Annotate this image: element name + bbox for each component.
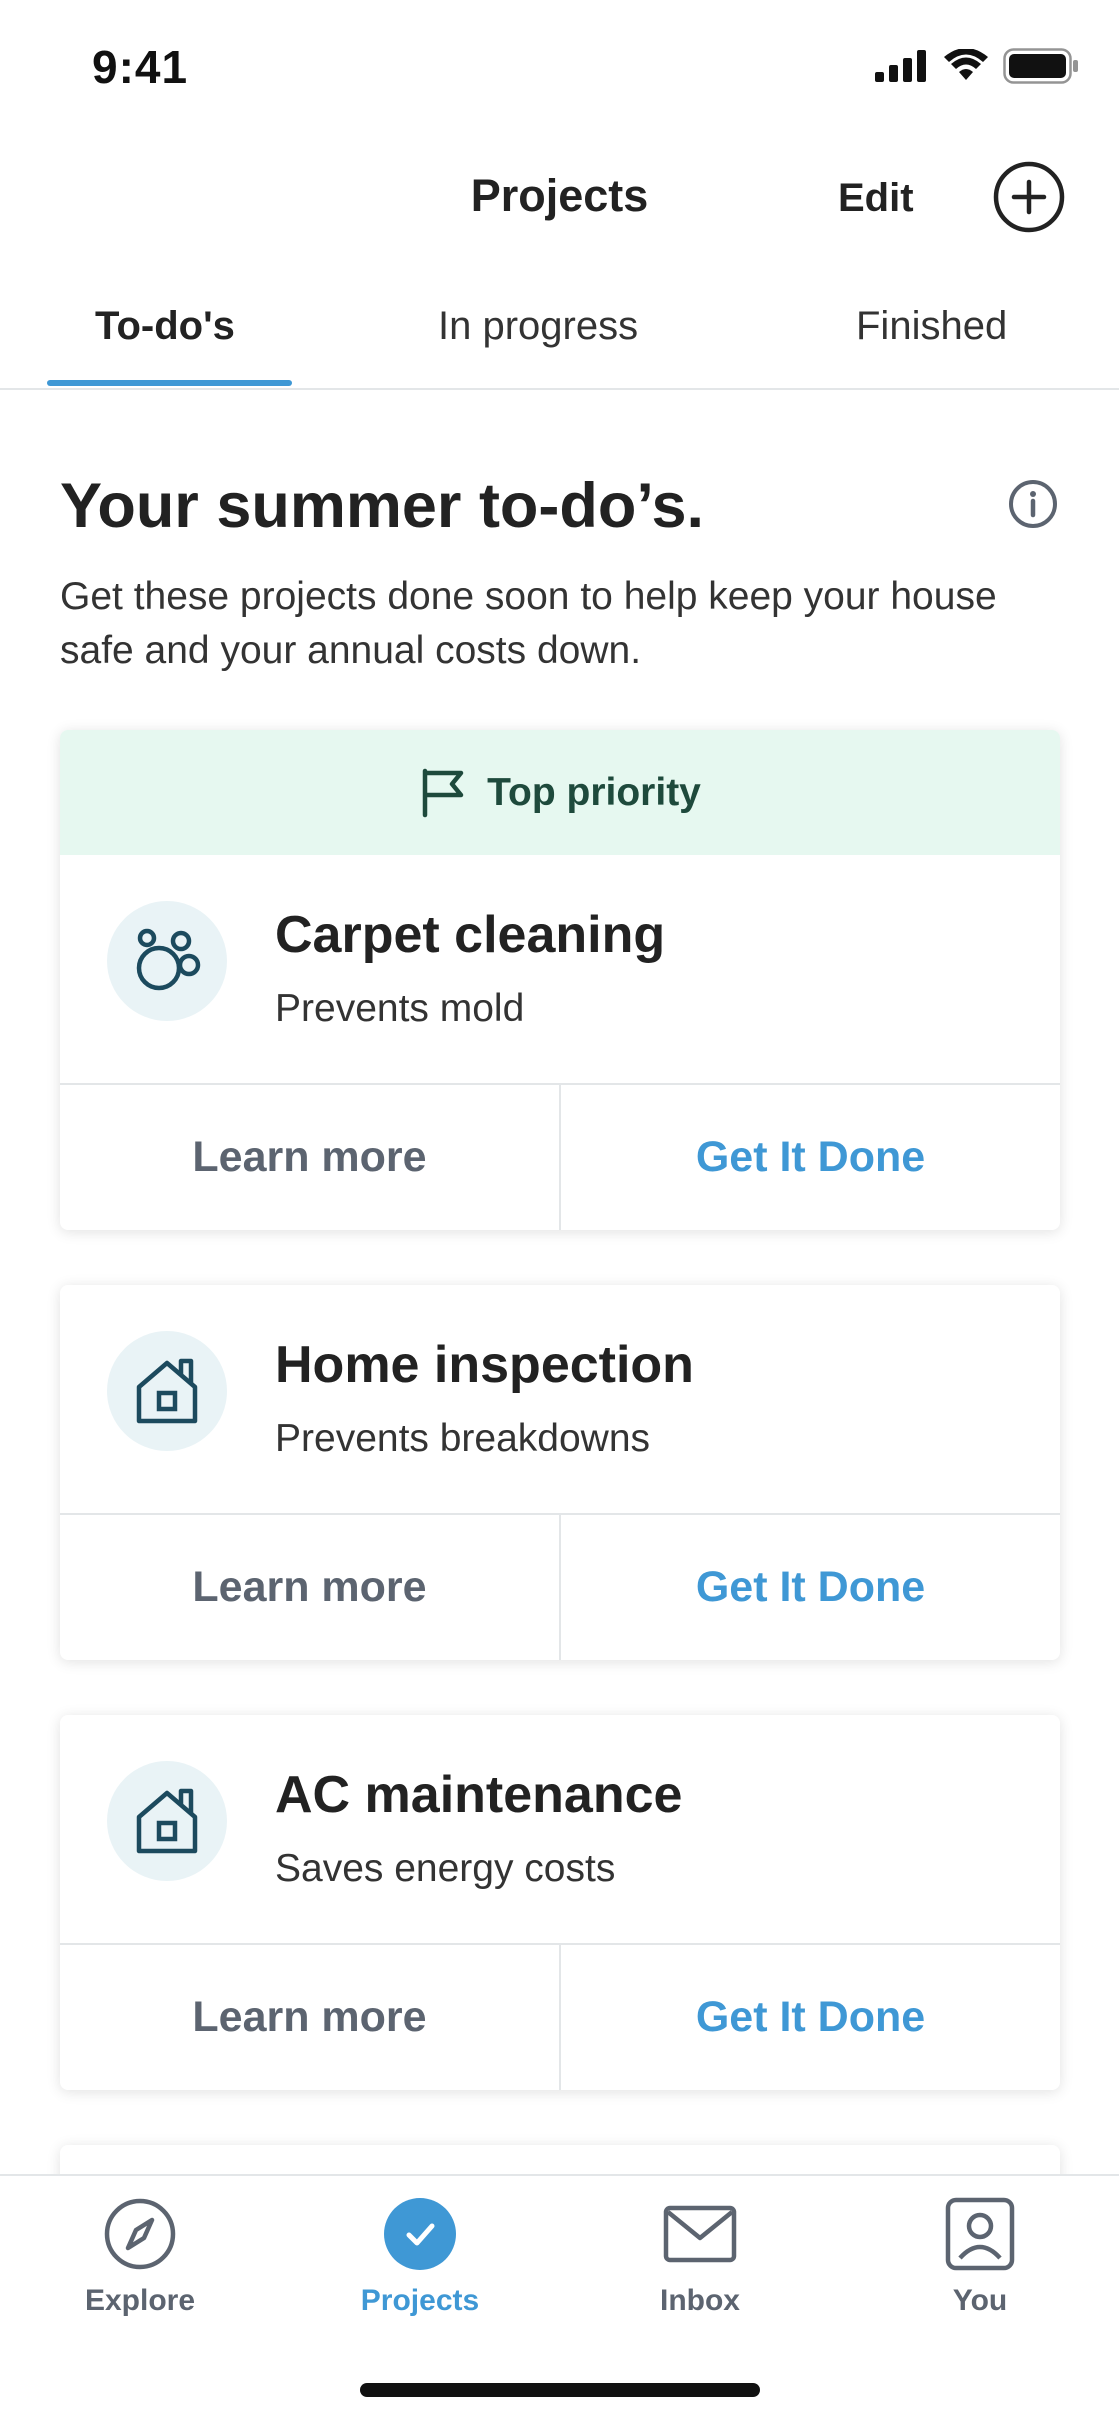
card-title: Home inspection (275, 1336, 694, 1394)
card-actions: Learn more Get It Done (60, 1945, 1060, 2090)
nav-you[interactable]: You (870, 2196, 1090, 2318)
status-icons (875, 48, 1079, 84)
card-body: Carpet cleaning Prevents mold (60, 855, 1060, 1085)
tab-bar: To-do's In progress Finished (0, 280, 1119, 390)
envelope-icon (663, 2205, 737, 2263)
add-project-button[interactable] (993, 161, 1065, 233)
bubbles-icon (136, 928, 201, 991)
tab-todos[interactable]: To-do's (95, 304, 235, 349)
card-subtitle: Prevents mold (275, 987, 525, 1030)
profile-icon (945, 2197, 1015, 2271)
get-it-done-button[interactable]: Get It Done (561, 1945, 1060, 2090)
edit-button[interactable]: Edit (838, 176, 914, 221)
nav-label: Projects (360, 2284, 480, 2317)
section-description: Get these projects done soon to help kee… (60, 575, 997, 672)
status-time: 9:41 (92, 41, 189, 93)
card-icon (107, 901, 227, 1021)
card-body: AC maintenance Saves energy costs (60, 1715, 1060, 1945)
nav-label: You (952, 2284, 1008, 2317)
card-subtitle: Saves energy costs (275, 1847, 616, 1890)
projects-screen: 9:41 Projects Edit To-do's In progress F… (0, 0, 1119, 2424)
wifi-icon (944, 49, 988, 80)
tab-finished[interactable]: Finished (856, 304, 1007, 349)
nav-projects[interactable]: Projects (310, 2196, 530, 2318)
nav-inbox[interactable]: Inbox (590, 2196, 810, 2318)
page-title: Projects (470, 170, 649, 221)
section-title: Your summer to-do’s. (60, 471, 705, 541)
project-card: AC maintenance Saves energy costs Learn … (60, 1715, 1060, 2090)
get-it-done-button[interactable]: Get It Done (561, 1515, 1060, 1660)
battery-icon (1003, 48, 1078, 84)
cellular-signal-icon (875, 50, 926, 82)
card-actions: Learn more Get It Done (60, 1085, 1060, 1230)
header: Projects Edit (0, 150, 1119, 250)
status-bar: 9:41 (0, 0, 1119, 130)
card-icon (107, 1331, 227, 1451)
learn-more-button[interactable]: Learn more (60, 1515, 561, 1660)
nav-label: Explore (84, 2284, 196, 2317)
card-body: Home inspection Prevents breakdowns (60, 1285, 1060, 1515)
project-card: Top priority Carpet cleaning Prevents mo… (60, 730, 1060, 1230)
get-it-done-button[interactable]: Get It Done (561, 1085, 1060, 1230)
flag-icon (422, 768, 464, 817)
house-icon (136, 1788, 198, 1854)
nav-label: Inbox (660, 2284, 740, 2317)
home-indicator (360, 2383, 760, 2397)
learn-more-button[interactable]: Learn more (60, 1085, 561, 1230)
card-title: Carpet cleaning (275, 906, 666, 964)
project-card: Home inspection Prevents breakdowns Lear… (60, 1285, 1060, 1660)
house-icon (136, 1358, 198, 1424)
tab-in-progress[interactable]: In progress (438, 304, 638, 349)
card-icon (107, 1761, 227, 1881)
info-icon[interactable] (1007, 478, 1059, 530)
nav-explore[interactable]: Explore (30, 2196, 250, 2318)
active-tab-indicator (47, 380, 292, 386)
learn-more-button[interactable]: Learn more (60, 1945, 561, 2090)
card-subtitle: Prevents breakdowns (275, 1417, 651, 1460)
top-priority-banner: Top priority (60, 730, 1060, 855)
banner-label: Top priority (487, 770, 701, 814)
checkmark-icon (384, 2198, 456, 2270)
card-actions: Learn more Get It Done (60, 1515, 1060, 1660)
card-title: AC maintenance (275, 1766, 683, 1824)
compass-icon (104, 2198, 176, 2270)
